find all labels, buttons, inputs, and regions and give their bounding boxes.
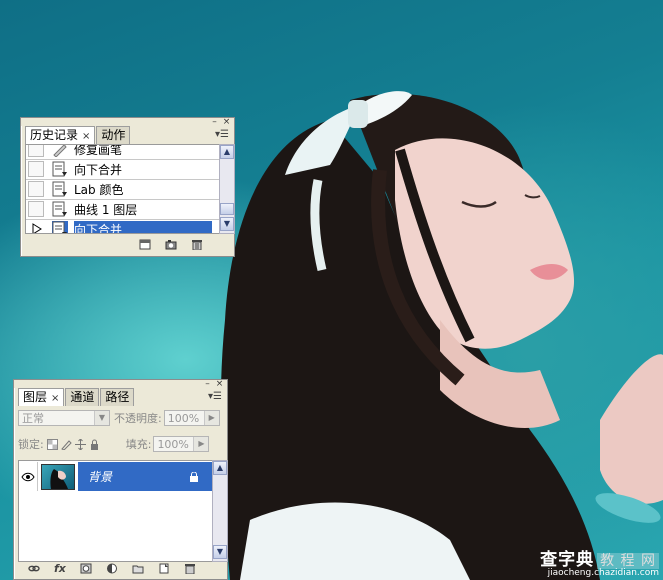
history-brush-marker-icon [32, 223, 42, 233]
watermark-title: 查字典教 程 网 [540, 545, 659, 570]
tab-channels[interactable]: 通道 [65, 388, 100, 406]
lock-position-icon[interactable] [74, 438, 86, 450]
history-state-icon [52, 181, 67, 197]
history-item-label: 曲线 1 图层 [74, 202, 138, 217]
watermark-url: jiaocheng.chazidian.com [547, 568, 659, 578]
history-tabs: 历史记录 × 动作 [25, 126, 131, 144]
new-document-from-state-icon[interactable] [139, 239, 151, 250]
snapshot-source-checkbox[interactable] [28, 145, 44, 157]
layers-bottom-toolbar: fx [28, 563, 196, 574]
panel-titlebar[interactable] [14, 380, 227, 388]
healing-brush-icon [53, 145, 67, 157]
tab-label: 图层 [23, 390, 48, 404]
history-item-label: 修复画笔 [74, 144, 123, 157]
history-panel: – × 历史记录 × 动作 ▾☰ 修复画笔 向下合并 Lab 颜色 曲线 1 图… [20, 117, 235, 257]
scroll-up-button[interactable]: ▲ [213, 461, 227, 475]
layers-panel: – × 图层 × 通道 路径 ▾☰ 正常 ▼ 不透明度: 100% ▶ 锁定: 填… [13, 379, 228, 580]
visibility-toggle[interactable] [19, 462, 38, 491]
fx-icon[interactable]: fx [54, 563, 66, 574]
group-icon[interactable] [132, 563, 144, 574]
layer-list: 背景 [18, 460, 214, 562]
panel-menu-icon[interactable]: ▾☰ [208, 391, 222, 402]
minimize-icon[interactable]: – [210, 118, 219, 127]
watermark-tail: 教 程 网 [597, 553, 659, 569]
panel-titlebar[interactable] [21, 118, 234, 126]
snapshot-source-checkbox[interactable] [28, 201, 44, 217]
snapshot-source-checkbox[interactable] [28, 161, 44, 177]
minimize-icon[interactable]: – [203, 380, 212, 389]
scroll-down-button[interactable]: ▼ [213, 545, 227, 559]
history-state-icon [52, 161, 67, 177]
close-tab-icon[interactable]: × [51, 393, 59, 404]
new-snapshot-icon[interactable] [165, 239, 177, 250]
tab-label: 历史记录 [30, 128, 79, 142]
trash-icon[interactable] [184, 563, 196, 574]
history-item-label: 向下合并 [74, 220, 213, 233]
opacity-value: 100% [167, 412, 200, 425]
site-watermark: 查字典教 程 网 jiaocheng.chazidian.com [540, 545, 659, 578]
eye-icon [21, 472, 35, 481]
delete-icon[interactable] [191, 239, 203, 250]
history-item[interactable]: Lab 颜色 [26, 179, 221, 200]
chevron-down-icon: ▼ [94, 411, 109, 425]
blend-opacity-row: 正常 ▼ 不透明度: 100% ▶ [18, 408, 220, 428]
lock-fill-row: 锁定: 填充: 100% ▶ [18, 434, 210, 454]
close-icon[interactable]: × [222, 118, 231, 127]
opacity-field[interactable]: 100% ▶ [163, 410, 220, 426]
layer-name: 背景 [88, 470, 113, 484]
layer-name-cell[interactable]: 背景 [78, 462, 213, 491]
link-icon[interactable] [28, 563, 40, 574]
history-bottom-toolbar [139, 239, 203, 250]
close-tab-icon[interactable]: × [82, 131, 90, 142]
opacity-label: 不透明度: [114, 412, 162, 425]
layer-thumbnail [41, 463, 75, 490]
history-list: 修复画笔 向下合并 Lab 颜色 曲线 1 图层 向下合并 [25, 144, 222, 234]
adjustment-icon[interactable] [106, 563, 118, 574]
lock-image-icon[interactable] [60, 439, 72, 450]
layer-thumbnail-image [50, 468, 68, 489]
history-item-label: Lab 颜色 [74, 182, 124, 197]
panel-menu-icon[interactable]: ▾☰ [215, 129, 229, 140]
tab-actions[interactable]: 动作 [96, 126, 131, 144]
layers-scrollbar[interactable]: ▲ ▼ [212, 460, 228, 562]
tab-label: 路径 [105, 390, 130, 404]
history-item[interactable]: 修复画笔 [26, 144, 221, 160]
lock-label: 锁定: [18, 438, 44, 451]
chevron-right-icon: ▶ [203, 411, 219, 425]
history-state-icon-wrap [52, 221, 68, 233]
blend-mode-value: 正常 [22, 412, 44, 425]
fill-label: 填充: [125, 438, 152, 451]
blend-mode-select[interactable]: 正常 ▼ [18, 410, 110, 426]
tab-label: 动作 [101, 128, 126, 142]
layers-tabs: 图层 × 通道 路径 [18, 388, 135, 406]
history-scrollbar[interactable]: ▲ ▼ [219, 144, 235, 234]
history-item[interactable]: 向下合并 [26, 159, 221, 180]
tab-label: 通道 [70, 390, 95, 404]
watermark-brand: 查字典 [540, 550, 595, 570]
new-layer-icon[interactable] [158, 563, 170, 574]
tab-paths[interactable]: 路径 [100, 388, 135, 406]
fill-value: 100% [157, 438, 189, 451]
snapshot-source-checkbox[interactable] [28, 221, 44, 233]
lock-transparency-icon[interactable] [46, 438, 58, 450]
snapshot-source-checkbox[interactable] [28, 181, 44, 197]
history-state-icon [52, 201, 67, 217]
history-item-selected[interactable]: 向下合并 [26, 219, 221, 233]
close-icon[interactable]: × [215, 380, 224, 389]
scroll-down-button[interactable]: ▼ [220, 217, 234, 231]
history-item[interactable]: 曲线 1 图层 [26, 199, 221, 220]
scroll-thumb[interactable] [220, 203, 234, 215]
mask-icon[interactable] [80, 563, 92, 574]
history-state-icon [52, 221, 67, 233]
lock-all-icon[interactable] [89, 439, 100, 450]
fill-field[interactable]: 100% ▶ [153, 436, 210, 452]
tab-history[interactable]: 历史记录 × [25, 126, 96, 144]
history-item-label: 向下合并 [74, 162, 123, 177]
tab-layers[interactable]: 图层 × [18, 388, 65, 406]
lock-icon [190, 472, 198, 482]
layer-row[interactable]: 背景 [19, 461, 213, 492]
chevron-right-icon: ▶ [193, 437, 209, 451]
scroll-up-button[interactable]: ▲ [220, 145, 234, 159]
